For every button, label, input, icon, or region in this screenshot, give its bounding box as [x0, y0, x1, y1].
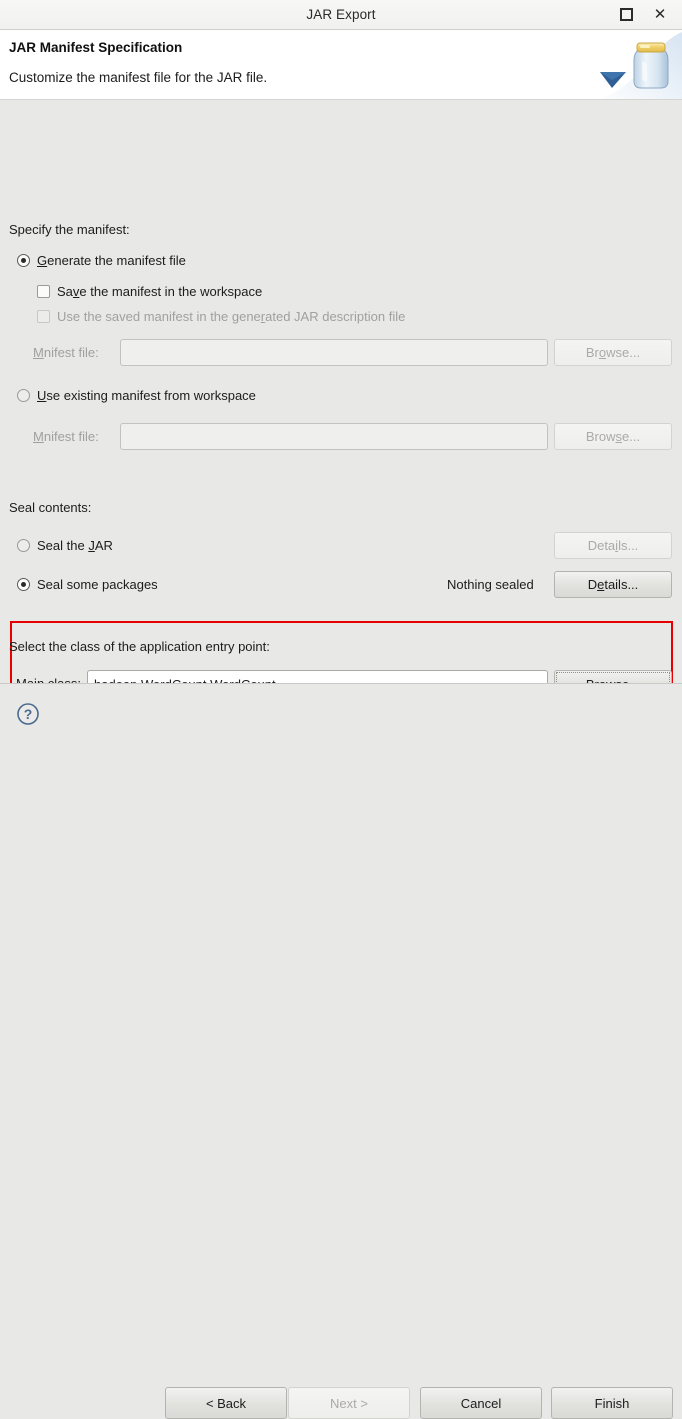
dialog-footer: ? < Back Next > Cancel Finish [0, 683, 682, 1419]
checkbox-use-saved-manifest-indicator [37, 310, 50, 323]
manifest-file-1-browse-button[interactable]: Browse... [554, 339, 672, 366]
next-button[interactable]: Next > [288, 1387, 410, 1419]
manifest-file-2-label: Mnifest file: [33, 429, 99, 444]
checkbox-save-manifest-indicator[interactable] [37, 285, 50, 298]
radio-use-existing-manifest-label: Use existing manifest from workspace [37, 388, 256, 403]
radio-use-existing-manifest-indicator[interactable] [17, 389, 30, 402]
manifest-file-2-browse-button[interactable]: Browse... [554, 423, 672, 450]
radio-seal-some-packages[interactable]: Seal some packages [17, 577, 158, 592]
back-button[interactable]: < Back [165, 1387, 287, 1419]
sealed-status-row: Nothing sealed [447, 577, 534, 592]
entry-point-heading: Select the class of the application entr… [9, 639, 270, 654]
svg-text:?: ? [24, 706, 33, 722]
radio-seal-some-packages-label: Seal some packages [37, 577, 158, 592]
manifest-file-1-input[interactable] [120, 339, 548, 366]
title-bar: JAR Export ✕ [0, 0, 682, 30]
page-banner: JAR Manifest Specification Customize the… [0, 30, 682, 100]
jar-export-dialog: JAR Export ✕ JAR Manifest Specification … [0, 0, 682, 1419]
manifest-file-1-label: Mnifest file: [33, 345, 99, 360]
specify-manifest-heading-row: Specify the manifest: [9, 222, 130, 237]
page-subtitle: Customize the manifest file for the JAR … [9, 70, 268, 85]
seal-contents-heading: Seal contents: [9, 500, 92, 515]
checkbox-use-saved-manifest: Use the saved manifest in the generated … [37, 309, 405, 324]
radio-generate-manifest-label: Generate the manifest file [37, 253, 186, 268]
cancel-button[interactable]: Cancel [420, 1387, 542, 1419]
seal-packages-details-button[interactable]: Details... [554, 571, 672, 598]
dialog-body: Specify the manifest: Generate the manif… [0, 100, 682, 714]
help-icon[interactable]: ? [15, 701, 41, 727]
radio-seal-jar-indicator[interactable] [17, 539, 30, 552]
checkbox-save-manifest[interactable]: Save the manifest in the workspace [37, 284, 262, 299]
seal-jar-details-button[interactable]: Details... [554, 532, 672, 559]
manifest-file-2-input[interactable] [120, 423, 548, 450]
page-title: JAR Manifest Specification [9, 40, 183, 55]
specify-manifest-heading: Specify the manifest: [9, 222, 130, 237]
radio-seal-jar-label: Seal the JAR [37, 538, 113, 553]
entry-point-heading-row: Select the class of the application entr… [9, 639, 270, 654]
window-title: JAR Export [306, 7, 376, 22]
window-controls: ✕ [618, 7, 682, 23]
maximize-icon[interactable] [618, 7, 634, 23]
checkbox-use-saved-manifest-label: Use the saved manifest in the generated … [57, 309, 406, 324]
radio-use-existing-manifest[interactable]: Use existing manifest from workspace [17, 388, 256, 403]
radio-seal-jar[interactable]: Seal the JAR [17, 538, 113, 553]
finish-button[interactable]: Finish [551, 1387, 673, 1419]
radio-generate-manifest-indicator[interactable] [17, 254, 30, 267]
checkbox-save-manifest-label: Save the manifest in the workspace [57, 284, 263, 299]
seal-contents-heading-row: Seal contents: [9, 500, 91, 515]
sealed-status-label: Nothing sealed [447, 577, 534, 592]
jar-file-icon [598, 32, 682, 99]
radio-seal-some-packages-indicator[interactable] [17, 578, 30, 591]
radio-generate-manifest[interactable]: Generate the manifest file [17, 253, 186, 268]
close-icon[interactable]: ✕ [652, 7, 668, 23]
